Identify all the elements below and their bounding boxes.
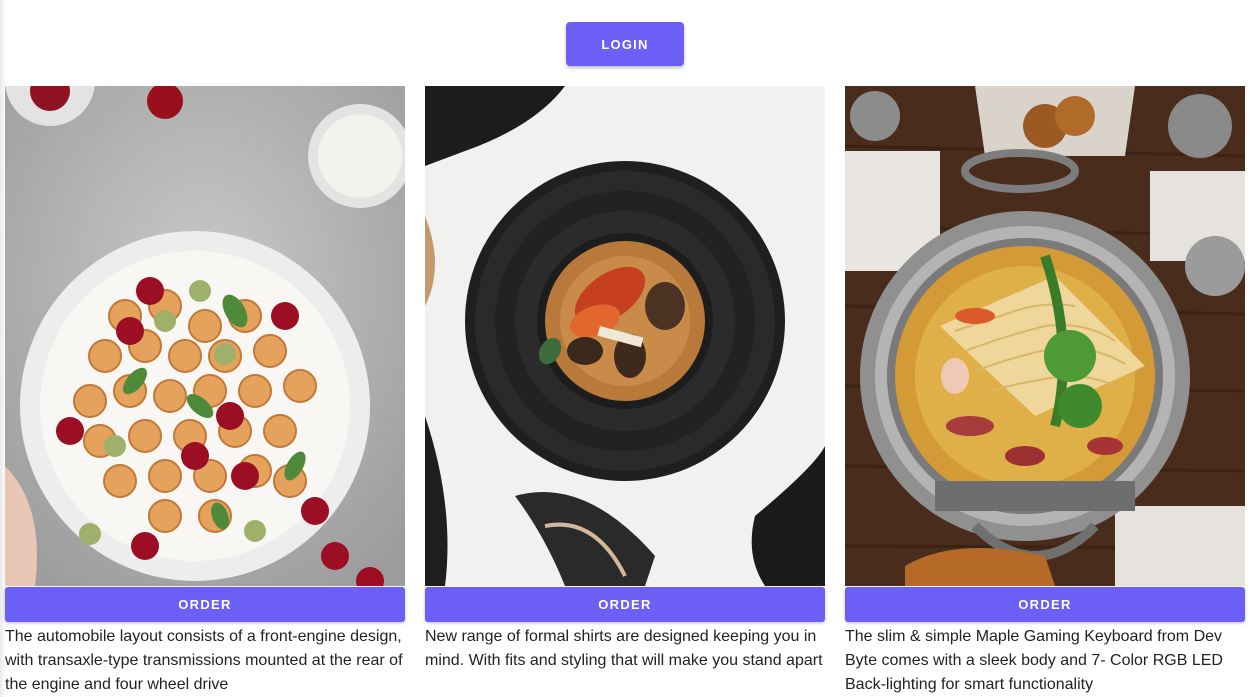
product-description: The slim & simple Maple Gaming Keyboard … (845, 628, 1223, 693)
order-button[interactable]: ORDER (5, 587, 405, 622)
product-card: ORDER The automobile layout consists of … (5, 86, 405, 697)
product-card: ORDER New range of formal shirts are des… (425, 86, 825, 697)
product-grid: ORDER The automobile layout consists of … (5, 86, 1245, 697)
pancakes-cherries-photo (5, 86, 405, 586)
ramen-hotpot-photo (845, 86, 1245, 586)
product-description: The automobile layout consists of a fron… (5, 628, 403, 693)
order-button[interactable]: ORDER (425, 587, 825, 622)
lobster-plate-photo (425, 86, 825, 586)
product-card: ORDER The slim & simple Maple Gaming Key… (845, 86, 1245, 697)
login-button[interactable]: LOGIN (566, 22, 684, 66)
product-description: New range of formal shirts are designed … (425, 628, 823, 669)
order-button[interactable]: ORDER (845, 587, 1245, 622)
